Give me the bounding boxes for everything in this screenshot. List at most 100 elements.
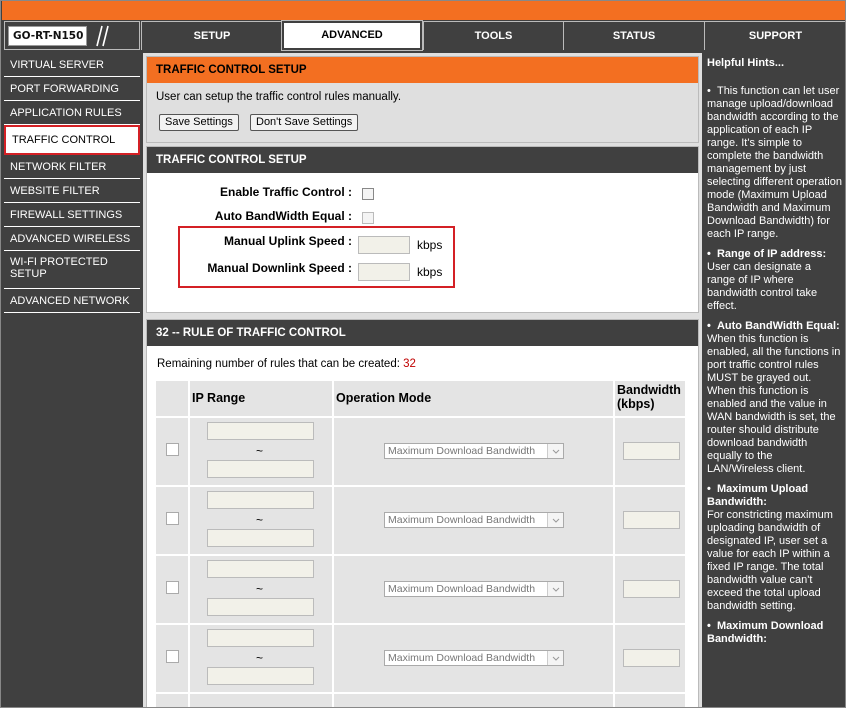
range-separator: ~ (256, 582, 264, 596)
bandwidth-cell (614, 486, 686, 555)
downlink-unit: kbps (417, 265, 443, 279)
bandwidth-cell (614, 555, 686, 624)
sidebar-item-virtual-server[interactable]: VIRTUAL SERVER (4, 53, 140, 77)
bandwidth-cell (614, 624, 686, 693)
ip-range-cell: ~ (189, 555, 333, 624)
model-name: GO-RT-N150 (8, 26, 87, 46)
enable-traffic-control-checkbox[interactable] (362, 188, 374, 200)
tab-advanced[interactable]: ADVANCED (281, 20, 423, 51)
sidebar: VIRTUAL SERVER PORT FORWARDING APPLICATI… (4, 53, 140, 313)
bullet-icon: • (707, 85, 717, 97)
model-logo: GO-RT-N150 (4, 21, 140, 50)
hint-heading: Maximum Upload Bandwidth: (707, 483, 809, 508)
chevron-down-icon (547, 444, 563, 458)
tab-status[interactable]: STATUS (563, 21, 704, 50)
ip-start-input[interactable] (207, 629, 314, 647)
main-content: TRAFFIC CONTROL SETUP User can setup the… (143, 53, 702, 707)
bandwidth-cell (614, 417, 686, 486)
dont-save-settings-button[interactable]: Don't Save Settings (250, 114, 359, 131)
manual-uplink-speed-label: Manual Uplink Speed : (223, 234, 352, 248)
operation-mode-select[interactable]: Maximum Download Bandwidth (384, 443, 564, 459)
hint-text: For constricting maximum uploading bandw… (707, 509, 833, 612)
row-checkbox[interactable] (166, 650, 179, 663)
bandwidth-input[interactable] (623, 649, 680, 667)
ip-start-input[interactable] (207, 560, 314, 578)
hint-item: • This function can let user manage uplo… (707, 85, 842, 241)
sidebar-item-website-filter[interactable]: WEBSITE FILTER (4, 179, 140, 203)
traffic-control-setup-section: TRAFFIC CONTROL SETUP Enable Traffic Con… (146, 146, 699, 313)
setup-intro-title: TRAFFIC CONTROL SETUP (147, 57, 698, 83)
operation-mode-cell: Maximum Download Bandwidth (333, 486, 614, 555)
ip-range-cell: ~ (189, 624, 333, 693)
auto-bandwidth-equal-checkbox[interactable] (362, 212, 374, 224)
row-checkbox[interactable] (166, 512, 179, 525)
table-row (155, 624, 189, 693)
ip-end-input[interactable] (207, 667, 314, 685)
hint-text: When this function is enabled, all the f… (707, 333, 841, 384)
ip-range-cell: ~ (189, 417, 333, 486)
hint-text-2: When this function is enabled and the va… (707, 385, 836, 475)
sidebar-item-application-rules[interactable]: APPLICATION RULES (4, 101, 140, 125)
bandwidth-input[interactable] (623, 511, 680, 529)
remaining-rules-label: Remaining number of rules that can be cr… (157, 358, 404, 370)
range-separator: ~ (256, 651, 264, 665)
top-orange-banner (2, 1, 845, 20)
helpful-hints-panel: Helpful Hints... • This function can let… (704, 53, 845, 707)
hint-item: • Auto BandWidth Equal: When this functi… (707, 320, 842, 476)
row-checkbox[interactable] (166, 443, 179, 456)
sidebar-item-advanced-wireless[interactable]: ADVANCED WIRELESS (4, 227, 140, 251)
section-title: TRAFFIC CONTROL SETUP (147, 147, 698, 173)
sidebar-item-firewall-settings[interactable]: FIREWALL SETTINGS (4, 203, 140, 227)
header-ip-range: IP Range (189, 380, 333, 417)
chevron-down-icon (547, 582, 563, 596)
manual-uplink-speed-input[interactable] (358, 236, 410, 254)
auto-bandwidth-equal-label: Auto BandWidth Equal : (214, 209, 352, 223)
hint-item: • Maximum Upload Bandwidth: For constric… (707, 483, 842, 613)
sidebar-item-traffic-control[interactable]: TRAFFIC CONTROL (4, 125, 140, 155)
hint-heading: Auto BandWidth Equal: (716, 320, 840, 332)
bullet-icon: • (707, 248, 717, 260)
tab-support[interactable]: SUPPORT (704, 21, 845, 50)
traffic-rules-section: 32 -- RULE OF TRAFFIC CONTROL Remaining … (146, 319, 699, 707)
ip-end-input[interactable] (207, 529, 314, 547)
tab-setup[interactable]: SETUP (141, 21, 282, 50)
operation-mode-select[interactable]: Maximum Download Bandwidth (384, 650, 564, 666)
bandwidth-input[interactable] (623, 442, 680, 460)
table-row (155, 555, 189, 624)
hints-title: Helpful Hints... (707, 57, 784, 69)
header-bandwidth: Bandwidth (kbps) (614, 380, 686, 417)
operation-mode-cell: Maximum Download Bandwidth (333, 555, 614, 624)
tab-tools[interactable]: TOOLS (423, 21, 563, 50)
operation-mode-value: Maximum Download Bandwidth (388, 652, 536, 664)
remaining-rules-text: Remaining number of rules that can be cr… (157, 358, 416, 370)
table-row (155, 693, 189, 707)
table-row (155, 417, 189, 486)
operation-mode-value: Maximum Download Bandwidth (388, 514, 536, 526)
uplink-unit: kbps (417, 238, 443, 252)
ip-start-input[interactable] (207, 491, 314, 509)
hint-text: This function can let user manage upload… (707, 85, 842, 240)
ip-end-input[interactable] (207, 598, 314, 616)
sidebar-item-port-forwarding[interactable]: PORT FORWARDING (4, 77, 140, 101)
operation-mode-cell: Maximum Download Bandwidth (333, 417, 614, 486)
operation-mode-select[interactable]: Maximum Download Bandwidth (384, 581, 564, 597)
range-separator: ~ (256, 513, 264, 527)
hint-item: • Maximum Download Bandwidth: (707, 620, 842, 646)
operation-mode-cell (333, 693, 614, 707)
save-settings-button[interactable]: Save Settings (159, 114, 239, 131)
row-checkbox[interactable] (166, 581, 179, 594)
manual-downlink-speed-input[interactable] (358, 263, 410, 281)
bullet-icon: • (707, 620, 717, 632)
bandwidth-input[interactable] (623, 580, 680, 598)
sidebar-item-wifi-protected-setup[interactable]: WI-FI PROTECTED SETUP (4, 251, 140, 289)
sidebar-item-network-filter[interactable]: NETWORK FILTER (4, 155, 140, 179)
sidebar-item-advanced-network[interactable]: ADVANCED NETWORK (4, 289, 140, 313)
range-separator: ~ (256, 444, 264, 458)
setup-intro-description: User can setup the traffic control rules… (156, 91, 402, 103)
operation-mode-select[interactable]: Maximum Download Bandwidth (384, 512, 564, 528)
bullet-icon: • (707, 320, 717, 332)
enable-traffic-control-label: Enable Traffic Control : (219, 185, 352, 199)
ip-start-input[interactable] (207, 422, 314, 440)
operation-mode-value: Maximum Download Bandwidth (388, 583, 536, 595)
ip-end-input[interactable] (207, 460, 314, 478)
